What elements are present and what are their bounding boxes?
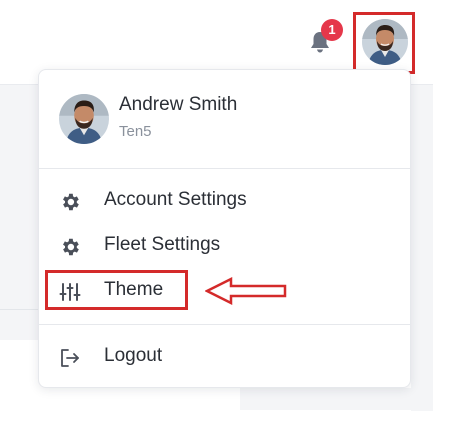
logout-icon xyxy=(59,347,81,369)
annotation-left-arrow xyxy=(204,276,287,306)
menu-item-account-settings[interactable]: Account Settings xyxy=(39,181,410,221)
app-screen: 1 Andrew Smith Ten5 Account Settings Fle… xyxy=(0,0,451,422)
menu-item-fleet-settings[interactable]: Fleet Settings xyxy=(39,226,410,266)
menu-item-label: Account Settings xyxy=(104,189,247,210)
avatar-button[interactable] xyxy=(362,19,408,65)
avatar xyxy=(59,94,109,144)
menu-divider xyxy=(39,168,410,169)
user-dropdown-menu: Andrew Smith Ten5 Account Settings Fleet… xyxy=(38,69,411,388)
menu-divider xyxy=(39,324,410,325)
profile-organization: Ten5 xyxy=(119,123,152,140)
theme-highlight-box xyxy=(45,270,188,310)
menu-item-label: Logout xyxy=(104,345,163,366)
menu-item-label: Fleet Settings xyxy=(104,234,221,255)
notification-badge: 1 xyxy=(321,19,343,41)
gear-icon xyxy=(59,236,81,258)
profile-name: Andrew Smith xyxy=(119,94,238,115)
background-panel xyxy=(411,84,433,411)
background-divider xyxy=(0,309,38,310)
menu-item-logout[interactable]: Logout xyxy=(39,337,410,377)
gear-icon xyxy=(59,191,81,213)
background-panel xyxy=(0,84,38,340)
background-panel xyxy=(240,388,433,410)
avatar xyxy=(362,19,408,65)
